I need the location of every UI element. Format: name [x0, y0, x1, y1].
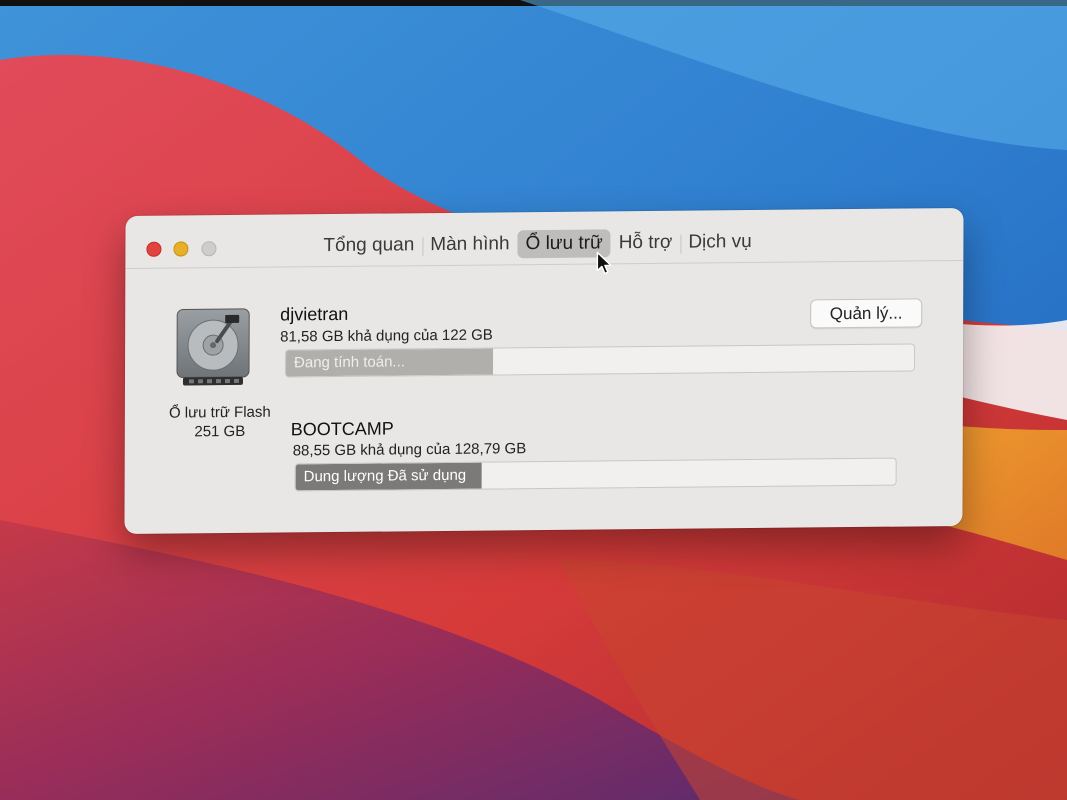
disk-label: Ổ lưu trữ Flash 251 GB — [145, 402, 295, 441]
storage-bar: Đang tính toán... — [284, 343, 916, 378]
volume-name: djvietran — [280, 303, 349, 325]
tab-overview[interactable]: Tổng quan — [315, 231, 422, 260]
volume-capacity: 88,55 GB khả dụng của 128,79 GB — [292, 440, 527, 460]
zoom-window-button[interactable] — [201, 241, 217, 257]
storage-bar-label: Dung lượng Đã sử dụng — [303, 466, 467, 486]
window-titlebar: Tổng quan Màn hình Ổ lưu trữ Hỗ trợ Dịch… — [125, 207, 964, 275]
manage-button[interactable]: Quản lý... — [810, 298, 923, 329]
tab-service[interactable]: Dịch vụ — [680, 228, 759, 257]
volume-name: BOOTCAMP — [290, 418, 394, 440]
storage-bar-label: Đang tính toán... — [294, 353, 405, 372]
volume-capacity: 81,58 GB khả dụng của 122 GB — [280, 326, 493, 346]
minimize-window-button[interactable] — [173, 241, 189, 257]
tab-displays[interactable]: Màn hình — [422, 230, 517, 259]
disk-size: 251 GB — [194, 422, 246, 441]
about-this-mac-window: Tổng quan Màn hình Ổ lưu trữ Hỗ trợ Dịch… — [124, 207, 964, 535]
tab-bar: Tổng quan Màn hình Ổ lưu trữ Hỗ trợ Dịch… — [315, 228, 759, 260]
mouse-pointer-icon — [596, 251, 612, 275]
tab-support[interactable]: Hỗ trợ — [611, 229, 681, 258]
storage-bar: Dung lượng Đã sử dụng — [294, 457, 897, 492]
hard-drive-icon — [176, 308, 250, 386]
close-window-button[interactable] — [146, 241, 162, 257]
disk-name: Ổ lưu trữ Flash — [168, 403, 271, 422]
